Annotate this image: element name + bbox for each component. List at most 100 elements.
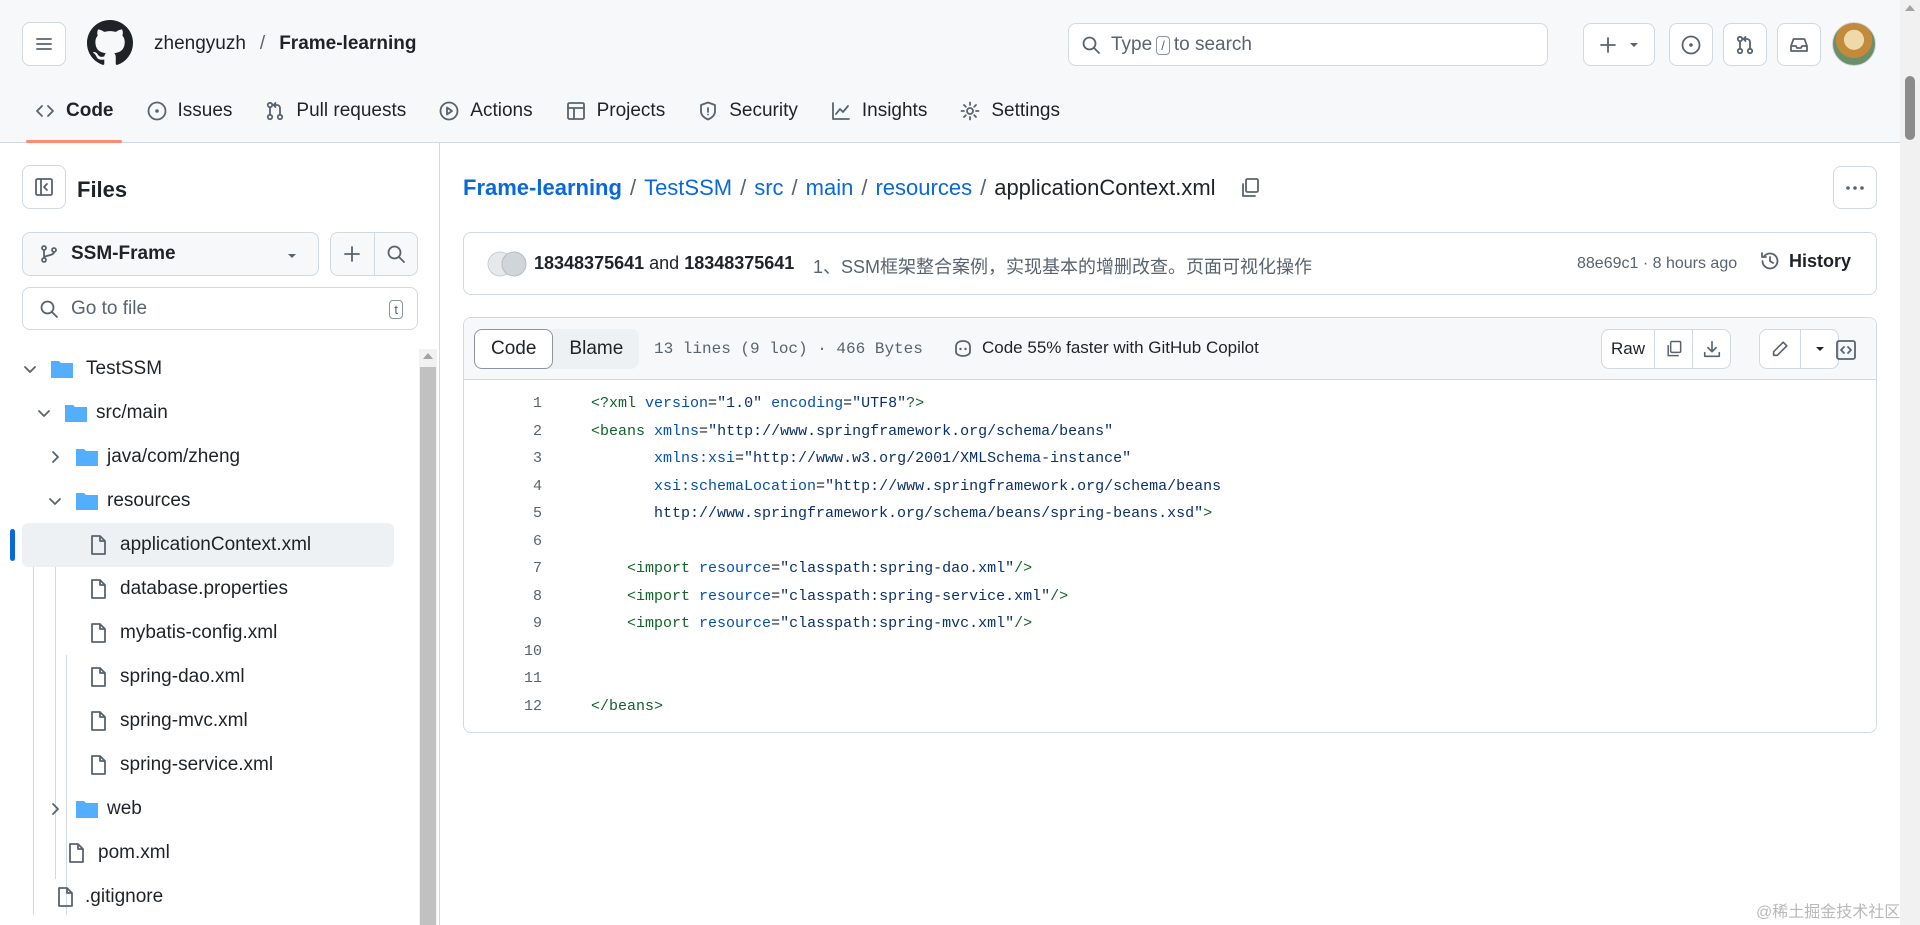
commit-message[interactable]: 1、SSM框架整合案例，实现基本的增删改查。页面可视化操作 — [813, 253, 1312, 279]
scrollbar-thumb[interactable] — [420, 367, 436, 925]
repo-name-link[interactable]: Frame-learning — [279, 33, 416, 55]
edit-file-button[interactable] — [1760, 330, 1800, 368]
tab-pull-requests[interactable]: Pull requests — [250, 92, 420, 130]
commit-author-link[interactable]: 18348375641 — [534, 253, 644, 273]
tree-item-file[interactable]: spring-service.xml — [88, 743, 408, 787]
blame-view-tab[interactable]: Blame — [553, 329, 639, 369]
code-icon — [36, 105, 54, 117]
line-number[interactable]: 5 — [464, 500, 542, 527]
tab-security[interactable]: Security — [683, 92, 812, 130]
go-to-file-placeholder: Go to file — [71, 297, 148, 319]
tree-item-folder[interactable]: web — [47, 787, 407, 831]
tree-item-file[interactable]: database.properties — [88, 567, 408, 611]
line-number[interactable]: 1 — [464, 390, 542, 417]
selected-indicator — [10, 529, 15, 561]
search-placeholder: Type / to search — [1111, 33, 1252, 55]
copilot-promo-link[interactable]: Code 55% faster with GitHub Copilot — [952, 337, 1259, 359]
code-line: 10 — [464, 638, 1876, 665]
user-avatar[interactable] — [1832, 22, 1876, 66]
sidebar-scrollbar[interactable] — [419, 349, 437, 925]
repo-owner-link[interactable]: zhengyuzh — [154, 33, 246, 55]
tab-projects[interactable]: Projects — [551, 92, 680, 130]
add-file-button[interactable] — [331, 233, 374, 275]
breadcrumb-link[interactable]: resources — [875, 175, 972, 201]
tree-item-file[interactable]: spring-mvc.xml — [88, 699, 408, 743]
line-number[interactable]: 10 — [464, 638, 542, 665]
edit-dropdown-button[interactable] — [1800, 330, 1838, 368]
more-options-button[interactable] — [1833, 166, 1877, 209]
symbols-panel-button[interactable] — [1834, 338, 1858, 362]
scroll-up-arrow-icon[interactable] — [423, 353, 433, 359]
file-icon — [91, 667, 106, 687]
scroll-up-arrow-icon[interactable] — [1905, 5, 1915, 11]
collapse-sidebar-button[interactable] — [22, 165, 66, 209]
line-number[interactable]: 6 — [464, 528, 542, 555]
file-actions — [330, 232, 418, 276]
search-input[interactable]: Type / to search — [1068, 23, 1548, 66]
download-button[interactable] — [1692, 330, 1730, 368]
copy-raw-button[interactable] — [1654, 330, 1692, 368]
line-number[interactable]: 2 — [464, 418, 542, 445]
history-button[interactable]: History — [1759, 250, 1851, 272]
page-scrollbar[interactable] — [1900, 0, 1920, 925]
line-number[interactable]: 9 — [464, 610, 542, 637]
tree-item-folder[interactable]: TestSSM — [22, 347, 402, 391]
pull-requests-button[interactable] — [1723, 23, 1767, 66]
tree-item-file[interactable]: .gitignore — [55, 875, 405, 919]
tree-item-folder[interactable]: java/com/zheng — [47, 435, 407, 479]
search-files-button[interactable] — [373, 233, 417, 275]
tree-item-label: TestSSM — [86, 358, 163, 379]
tab-code[interactable]: Code — [20, 92, 128, 143]
breadcrumb-repo-link[interactable]: Frame-learning — [463, 175, 622, 201]
tree-item-file[interactable]: pom.xml — [66, 831, 406, 875]
sidebar-title: Files — [77, 177, 128, 202]
code-view-tab[interactable]: Code — [474, 329, 554, 369]
line-number[interactable]: 11 — [464, 665, 542, 692]
gear-icon — [960, 101, 980, 121]
search-icon — [40, 300, 58, 318]
create-new-button[interactable] — [1583, 23, 1655, 66]
branch-name: SSM-Frame — [71, 243, 176, 264]
github-logo-icon[interactable] — [87, 20, 133, 66]
inbox-button[interactable] — [1777, 23, 1821, 66]
triangle-down-icon — [288, 254, 296, 258]
tree-item-file-selected[interactable]: applicationContext.xml — [22, 523, 394, 567]
tab-actions[interactable]: Actions — [424, 92, 546, 130]
file-icon — [91, 755, 106, 775]
edit-actions-group — [1759, 329, 1839, 369]
commit-sha-time[interactable]: 88e69c1 · 8 hours ago — [1577, 255, 1737, 273]
code-square-icon — [1836, 340, 1856, 360]
menu-button[interactable] — [22, 22, 66, 66]
tab-settings[interactable]: Settings — [945, 92, 1074, 130]
scrollbar-thumb[interactable] — [1905, 76, 1915, 140]
copilot-icon — [955, 340, 971, 357]
copy-path-button[interactable] — [1238, 176, 1262, 200]
tree-item-folder[interactable]: resources — [47, 479, 407, 523]
code-line: 9 <import resource="classpath:spring-mvc… — [464, 610, 1876, 637]
file-icon — [69, 843, 84, 863]
line-number[interactable]: 12 — [464, 693, 542, 720]
go-to-file-input[interactable]: Go to file t — [22, 287, 418, 330]
breadcrumb-link[interactable]: main — [806, 175, 854, 201]
issues-button[interactable] — [1669, 23, 1713, 66]
tree-item-file[interactable]: spring-dao.xml — [88, 655, 408, 699]
breadcrumb-link[interactable]: src — [754, 175, 783, 201]
line-number[interactable]: 4 — [464, 473, 542, 500]
commit-author-link[interactable]: 18348375641 — [684, 253, 794, 273]
tab-label: Insights — [861, 100, 928, 121]
tab-insights[interactable]: Insights — [816, 92, 941, 130]
author-avatars-icon[interactable] — [486, 250, 530, 278]
breadcrumb-link[interactable]: TestSSM — [644, 175, 732, 201]
line-number[interactable]: 3 — [464, 445, 542, 472]
hamburger-icon — [36, 38, 52, 50]
search-icon — [1082, 36, 1100, 54]
tree-item-folder[interactable]: src/main — [36, 391, 406, 435]
branch-selector[interactable]: SSM-Frame — [22, 232, 319, 276]
line-number[interactable]: 8 — [464, 583, 542, 610]
line-number[interactable]: 7 — [464, 555, 542, 582]
tab-issues[interactable]: Issues — [132, 92, 247, 130]
tree-item-file[interactable]: mybatis-config.xml — [88, 611, 408, 655]
raw-button[interactable]: Raw — [1602, 330, 1654, 368]
folder-open-icon — [51, 361, 73, 378]
issue-icon — [147, 101, 166, 121]
